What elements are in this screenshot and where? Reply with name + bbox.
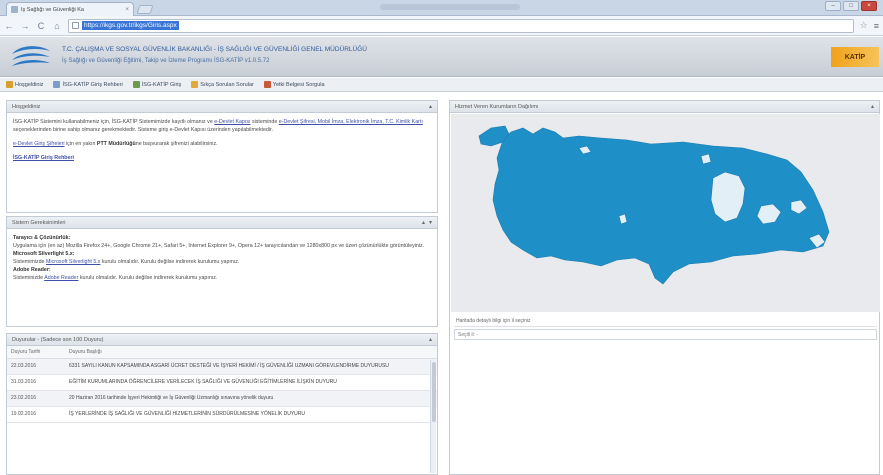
map-region-mainland[interactable] <box>492 127 830 285</box>
welcome-panel-body: İSG-KATİP Sistemini kullanabilmeniz için… <box>7 113 437 167</box>
announcement-date: 19.02.2016 <box>7 406 65 423</box>
login-guide-link[interactable]: İSG-KATİP Giriş Rehberi <box>13 155 74 161</box>
collapse-icon[interactable]: ▴ <box>871 103 874 110</box>
turkey-map-svg[interactable] <box>451 114 880 312</box>
browser-tab[interactable]: İş Sağlığı ve Güvenliği Ka × <box>6 2 134 16</box>
announcement-date: 31.03.2016 <box>7 374 65 391</box>
favicon-icon <box>11 6 18 13</box>
document-icon <box>53 81 61 88</box>
edevlet-link[interactable]: e-Devlet Kapısı <box>214 119 250 125</box>
requirements-panel-body: Tarayıcı & Çözünürlük: Uygulama için (en… <box>7 229 437 287</box>
browser-toolbar: ← → C ⌂ https://ikgs.gov.tr/ikgs/Giris.a… <box>0 16 883 36</box>
home-icon <box>6 81 13 88</box>
adobe-reader-link[interactable]: Adobe Reader <box>44 275 78 281</box>
collapse-icon[interactable]: ▴ <box>429 103 432 110</box>
warning-icon <box>191 81 199 88</box>
turkey-map[interactable] <box>451 114 880 312</box>
map-panel-title: Hizmet Veren Kurumların Dağılımı <box>455 103 539 110</box>
collapse-icon[interactable]: ▴ <box>429 336 432 343</box>
browser-tabbar: İş Sağlığı ve Güvenliği Ka × – □ × <box>0 0 883 16</box>
announcements-panel-title: Duyurular - (Sadece son 100 Duyuru) <box>12 336 104 343</box>
address-url[interactable]: https://ikgs.gov.tr/ikgs/Giris.aspx <box>82 21 179 30</box>
scrollbar-thumb[interactable] <box>432 362 436 422</box>
announcement-date: 23.02.2016 <box>7 390 65 407</box>
menu-item-label: Hoşgeldiniz <box>15 81 44 88</box>
tab-close-icon[interactable]: × <box>125 7 129 13</box>
ministry-logo <box>12 46 50 66</box>
minimize-button[interactable]: – <box>825 1 841 11</box>
forward-button[interactable]: → <box>20 21 30 31</box>
home-button[interactable]: ⌂ <box>52 21 62 31</box>
welcome-paragraph-2: e-Devlet Giriş Şifreleri için en yakın P… <box>13 141 218 147</box>
expand-icon[interactable]: ▾ <box>429 219 432 226</box>
menu-item-welcome[interactable]: Hoşgeldiniz <box>6 81 43 88</box>
column-header-subject[interactable]: Duyuru Başlığı <box>65 346 437 359</box>
welcome-panel-title: Hoşgeldiniz <box>12 103 41 110</box>
page-info-icon[interactable] <box>72 22 79 29</box>
menu-item-certificate-query[interactable]: Yetki Belgesi Sorgula <box>263 81 325 88</box>
new-tab-button[interactable] <box>136 5 154 14</box>
table-row[interactable]: 23.02.2016 20 Haziran 2016 tarihinde İşy… <box>7 390 437 407</box>
browser-menu-icon[interactable]: ≡ <box>874 21 879 31</box>
welcome-panel: Hoşgeldiniz ▴ İSG-KATİP Sistemini kullan… <box>6 100 438 213</box>
announcement-title[interactable]: EĞİTİM KURUMLARINDA ÖĞRENCİLERE VERİLECE… <box>65 374 437 391</box>
map-panel-header: Hizmet Veren Kurumların Dağılımı ▴ <box>450 101 879 113</box>
header-subtitle: İş Sağlığı ve Güvenliği Eğitimi, Takip v… <box>62 58 270 64</box>
main-menu: Hoşgeldiniz İSG-KATİP Giriş Rehberi İSG-… <box>0 78 883 92</box>
table-row[interactable]: 22.03.2016 6331 SAYILI KANUN KAPSAMINDA … <box>7 358 437 375</box>
welcome-paragraph-1: İSG-KATİP Sistemini kullanabilmeniz için… <box>13 119 423 133</box>
maximize-button[interactable]: □ <box>843 1 859 11</box>
brand-logo: KATİP <box>831 47 879 67</box>
bookmark-star-icon[interactable]: ☆ <box>860 20 868 31</box>
announcements-panel: Duyurular - (Sadece son 100 Duyuru) ▴ Du… <box>6 333 438 475</box>
person-icon <box>263 81 271 88</box>
header-title: T.C. ÇALIŞMA VE SOSYAL GÜVENLİK BAKANLIĞ… <box>62 46 367 53</box>
menu-item-label: Yetki Belgesi Sorgula <box>272 81 325 88</box>
requirement-text-browser: Uygulama için (en az) Mozilla Firefox 24… <box>13 243 425 249</box>
back-button[interactable]: ← <box>4 21 14 31</box>
requirements-panel-title: Sistem Gereksinimleri <box>12 219 66 226</box>
menu-item-faq[interactable]: Sıkça Sorulan Sorular <box>191 81 254 88</box>
requirement-heading-adobe: Adobe Reader: <box>13 267 51 273</box>
announcement-title[interactable]: İŞ YERLERİNDE İŞ SAĞLIĞI VE GÜVENLİĞİ Hİ… <box>65 406 437 423</box>
edevlet-passwords-link[interactable]: e-Devlet Giriş Şifreleri <box>13 141 65 147</box>
silverlight-link[interactable]: Microsoft Silverlight 5.x <box>46 259 100 265</box>
requirement-heading-browser: Tarayıcı & Çözünürlük: <box>13 235 71 241</box>
menu-item-label: İSG-KATİP Giriş <box>141 81 182 88</box>
map-status-text: Haritada detaylı bilgi için il seçiniz <box>454 316 877 327</box>
reload-button[interactable]: C <box>36 21 46 31</box>
welcome-panel-header: Hoşgeldiniz ▴ <box>7 101 437 113</box>
requirement-text-adobe: Sisteminizde Adobe Reader kurulu olmalıd… <box>13 275 218 281</box>
announcement-title[interactable]: 20 Haziran 2016 tarihinde İşyeri Hekimli… <box>65 390 437 407</box>
window-title <box>380 4 520 10</box>
collapse-icon[interactable]: ▴ <box>422 219 425 226</box>
map-region-highlight-7[interactable] <box>700 153 712 165</box>
announcement-title[interactable]: 6331 SAYILI KANUN KAPSAMINDA ASGARİ ÜCRE… <box>65 358 437 375</box>
login-icon <box>132 81 140 88</box>
close-window-button[interactable]: × <box>861 1 877 11</box>
app-header: T.C. ÇALIŞMA VE SOSYAL GÜVENLİK BAKANLIĞ… <box>0 37 883 77</box>
menu-item-guide[interactable]: İSG-KATİP Giriş Rehberi <box>53 81 123 88</box>
requirements-panel: Sistem Gereksinimleri ▴ ▾ Tarayıcı & Çöz… <box>6 216 438 327</box>
address-bar[interactable]: https://ikgs.gov.tr/ikgs/Giris.aspx <box>68 18 854 33</box>
login-options-link[interactable]: e-Devlet Şifresi, Mobil İmza, Elektronik… <box>279 119 423 125</box>
column-header-date[interactable]: Duyuru Tarihi <box>7 346 65 359</box>
menu-item-label: Sıkça Sorulan Sorular <box>200 81 254 88</box>
tab-title: İş Sağlığı ve Güvenliği Ka <box>21 6 84 13</box>
announcements-scrollbar[interactable] <box>430 360 436 473</box>
selected-province-field[interactable]: Seçili il: - <box>454 329 877 340</box>
menu-item-login[interactable]: İSG-KATİP Giriş <box>132 81 182 88</box>
window-controls: – □ × <box>825 1 877 11</box>
map-panel: Hizmet Veren Kurumların Dağılımı ▴ Harit… <box>449 100 880 475</box>
table-row[interactable]: 19.02.2016 İŞ YERLERİNDE İŞ SAĞLIĞI VE G… <box>7 406 437 423</box>
menu-item-label: İSG-KATİP Giriş Rehberi <box>62 81 123 88</box>
table-row[interactable]: 31.03.2016 EĞİTİM KURUMLARINDA ÖĞRENCİLE… <box>7 374 437 391</box>
announcements-table: Duyuru Tarihi Duyuru Başlığı 22.03.2016 … <box>7 346 437 423</box>
requirements-panel-header: Sistem Gereksinimleri ▴ ▾ <box>7 217 437 229</box>
requirement-text-silverlight: Sistemimizde Microsoft Silverlight 5.x k… <box>13 259 240 265</box>
announcement-date: 22.03.2016 <box>7 358 65 375</box>
requirement-heading-silverlight: Microsoft Silverlight 5.x: <box>13 251 75 257</box>
announcements-panel-header: Duyurular - (Sadece son 100 Duyuru) ▴ <box>7 334 437 346</box>
